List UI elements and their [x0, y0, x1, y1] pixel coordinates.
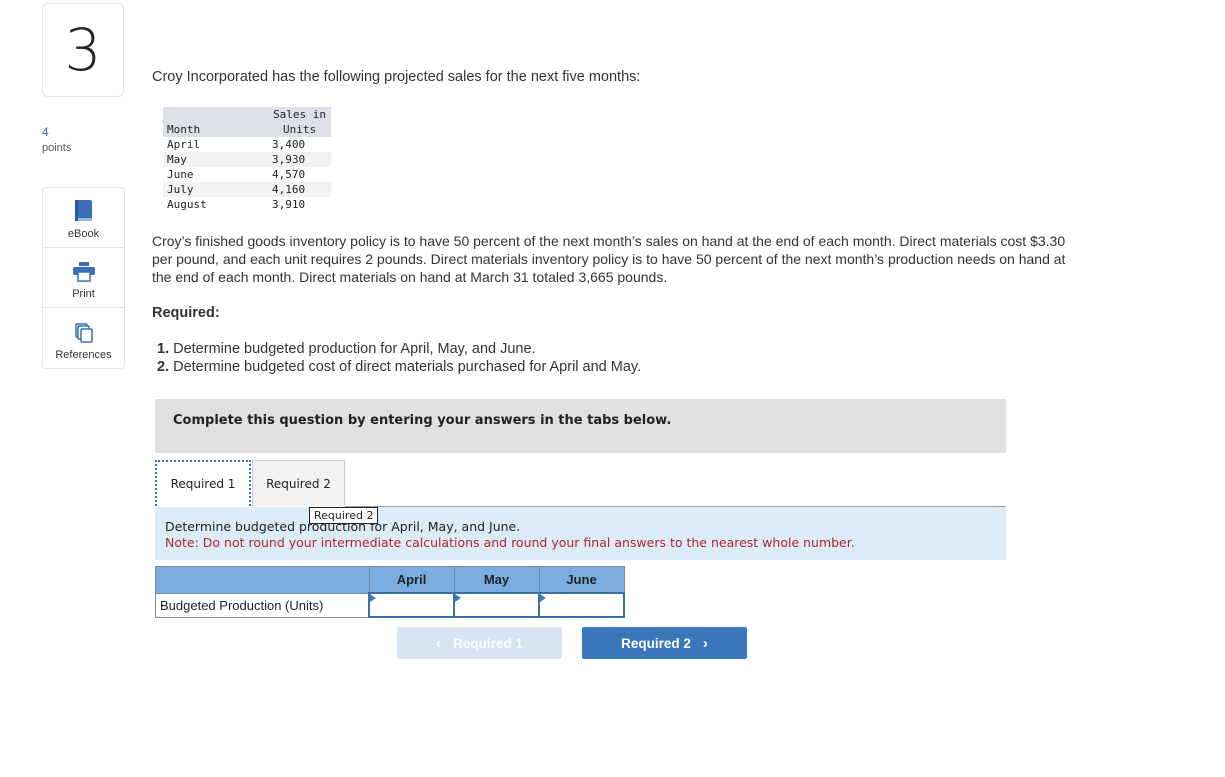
month-cell: June [167, 168, 194, 181]
answer-header-blank [155, 566, 370, 594]
table-row: August 3,910 [163, 197, 331, 212]
units-cell: 3,930 [268, 152, 332, 167]
may-production-input[interactable] [455, 595, 538, 615]
table-row: Budgeted Production (Units) [155, 592, 625, 618]
chevron-left-icon: ‹ [436, 634, 442, 652]
tab-required-2[interactable]: Required 2 [252, 460, 345, 506]
june-production-input[interactable] [540, 595, 623, 615]
required-heading: Required: [152, 305, 220, 321]
table-row: June 4,570 [163, 167, 331, 182]
question-number: 3 [42, 3, 124, 97]
documents-icon [74, 323, 94, 343]
references-label: References [55, 349, 112, 361]
answer-header-row: April May June [155, 566, 625, 594]
month-cell: April [167, 138, 201, 151]
answer-table: April May June Budgeted Production (Unit… [155, 566, 625, 618]
row-label: Budgeted Production (Units) [155, 592, 370, 618]
answer-header-may: May [453, 566, 540, 594]
instructions-banner: Complete this question by entering your … [155, 399, 1006, 453]
input-marker-icon [455, 594, 461, 602]
input-marker-icon [370, 594, 376, 602]
answer-header-april: April [368, 566, 455, 594]
units-cell: 3,910 [272, 198, 306, 211]
points-label: points [42, 142, 72, 154]
prev-required-1-button[interactable]: ‹ Required 1 [397, 627, 562, 659]
month-cell: May [163, 152, 268, 167]
sales-header-month: Month [163, 122, 268, 137]
table-row: July 4,160 [163, 182, 332, 197]
units-cell: 4,570 [272, 168, 306, 181]
banner-text: Complete this question by entering your … [173, 413, 672, 428]
answer-header-june: June [538, 566, 625, 594]
april-production-input[interactable] [370, 595, 453, 615]
points-value: 4 [42, 125, 49, 139]
rounding-note: Note: Do not round your intermediate cal… [165, 535, 855, 550]
tab-instructions: Determine budgeted production for April,… [155, 507, 1006, 560]
print-label: Print [72, 288, 95, 300]
chevron-right-icon: › [702, 634, 708, 652]
month-cell: August [167, 198, 207, 211]
printer-icon [72, 262, 95, 282]
tab-tooltip: Required 2 [309, 507, 379, 524]
ebook-button[interactable]: eBook [43, 188, 124, 248]
book-icon [74, 200, 94, 222]
intro-text: Croy Incorporated has the following proj… [152, 69, 641, 85]
month-cell: July [163, 182, 268, 197]
input-marker-icon [540, 594, 546, 602]
sales-header-row: Month Units [163, 122, 332, 137]
tools-panel: eBook Print References [42, 187, 125, 369]
tab-required-1[interactable]: Required 1 [155, 460, 251, 506]
units-cell: 3,400 [272, 138, 306, 151]
sales-header-2: Units [268, 122, 332, 137]
sales-header-row: Sales in [163, 107, 332, 122]
april-cell [368, 592, 455, 618]
sales-table: Sales in Month Units April 3,400 May 3,9… [163, 107, 332, 212]
next-label: Required 2 [621, 635, 691, 651]
table-row: April 3,400 [163, 137, 331, 152]
required-item: 1. Determine budgeted production for Apr… [157, 341, 536, 357]
references-button[interactable]: References [43, 308, 124, 368]
sales-header-1: Sales in [268, 107, 332, 122]
next-required-2-button[interactable]: Required 2 › [582, 627, 747, 659]
ebook-label: eBook [67, 228, 100, 240]
problem-paragraph: Croy’s finished goods inventory policy i… [152, 233, 1066, 285]
required-item: 2. Determine budgeted cost of direct mat… [157, 359, 642, 375]
may-cell [453, 592, 540, 618]
units-cell: 4,160 [268, 182, 332, 197]
prev-label: Required 1 [453, 635, 523, 651]
table-row: May 3,930 [163, 152, 332, 167]
june-cell [538, 592, 625, 618]
required-list: 1. Determine budgeted production for Apr… [157, 340, 641, 376]
print-button[interactable]: Print [43, 248, 124, 308]
